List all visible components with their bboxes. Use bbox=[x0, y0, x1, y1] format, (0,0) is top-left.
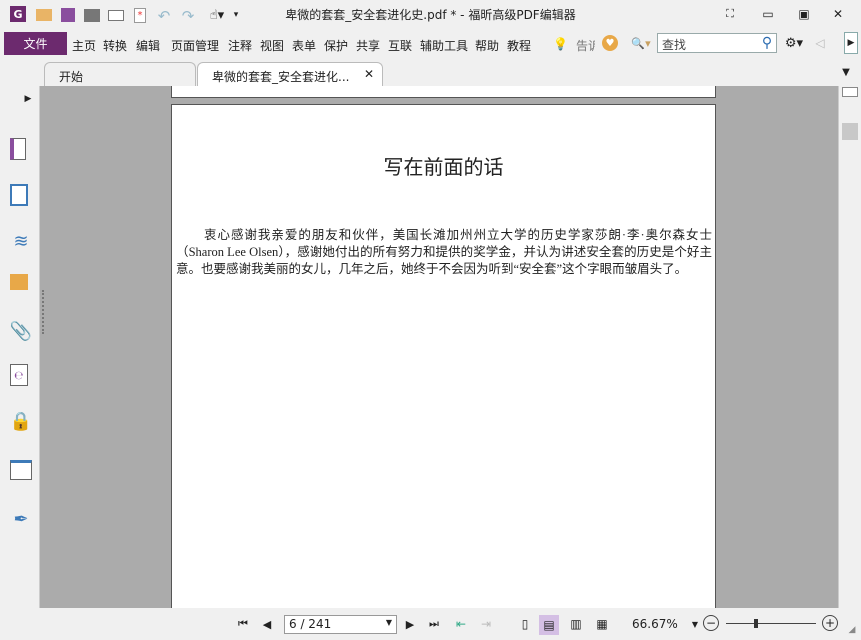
layers-icon[interactable]: ≋ bbox=[10, 230, 32, 252]
zoom-level[interactable]: 66.67% bbox=[632, 617, 678, 631]
page-dropdown-icon[interactable]: ▼ bbox=[386, 618, 392, 627]
menu-view[interactable]: 视图 bbox=[260, 37, 284, 54]
previous-view-icon[interactable]: ⇤ bbox=[452, 615, 470, 633]
menu-help[interactable]: 帮助 bbox=[475, 37, 499, 54]
menu-form[interactable]: 表单 bbox=[292, 37, 316, 54]
previous-page-icon[interactable]: ◀ bbox=[260, 616, 274, 632]
zoom-in-icon[interactable]: + bbox=[822, 615, 838, 631]
page-number-input[interactable]: 6 / 241 ▼ bbox=[284, 615, 397, 634]
close-tab-icon[interactable]: ✕ bbox=[364, 67, 374, 81]
file-menu-button[interactable]: 文件 bbox=[4, 32, 67, 55]
form-fields-icon[interactable] bbox=[10, 460, 32, 480]
tab-label: 开始 bbox=[59, 70, 84, 84]
zoom-out-icon[interactable]: − bbox=[703, 615, 719, 631]
menu-protect[interactable]: 保护 bbox=[324, 37, 348, 54]
status-bar: ⏮ ◀ ▶ ⏭ ⇤ ⇥ ▯ ▤ ▥ ▦ ▼ − + ◢ bbox=[0, 608, 861, 640]
single-page-view-icon[interactable]: ▯ bbox=[516, 615, 534, 633]
continuous-page-view-icon[interactable]: ▤ bbox=[539, 615, 559, 635]
attachments-icon[interactable]: 📎 bbox=[10, 320, 32, 342]
pages-thumbnail-icon[interactable] bbox=[10, 184, 28, 206]
settings-gear-icon[interactable]: ⚙▾ bbox=[781, 34, 807, 52]
tab-document[interactable]: 卑微的套套_安全套进化... ✕ bbox=[197, 62, 383, 86]
facing-page-view-icon[interactable]: ▥ bbox=[566, 615, 586, 633]
vertical-scrollbar[interactable] bbox=[838, 86, 861, 608]
menu-comment[interactable]: 注释 bbox=[228, 37, 252, 54]
comments-icon[interactable] bbox=[10, 274, 28, 290]
certify-pen-icon[interactable]: ✒ bbox=[10, 508, 32, 530]
next-page-icon[interactable]: ▶ bbox=[403, 616, 417, 632]
signatures-icon[interactable]: ℮ bbox=[10, 364, 28, 386]
previous-page bbox=[171, 86, 716, 98]
menu-connect[interactable]: 互联 bbox=[388, 37, 412, 54]
next-view-icon[interactable]: ⇥ bbox=[477, 615, 495, 633]
menu-page-management[interactable]: 页面管理 bbox=[171, 37, 219, 54]
expand-panel-icon[interactable]: ▶ bbox=[22, 92, 34, 106]
zoom-slider-thumb[interactable] bbox=[754, 619, 758, 628]
menu-edit[interactable]: 编辑 bbox=[136, 37, 160, 54]
tab-label: 卑微的套套_安全套进化... bbox=[212, 70, 350, 84]
scroll-left-icon[interactable]: ◁ bbox=[814, 34, 826, 52]
lightbulb-icon: 💡 bbox=[553, 37, 568, 51]
search-icon[interactable]: ⚲ bbox=[758, 34, 776, 52]
zoom-dropdown-icon[interactable]: ▼ bbox=[690, 616, 700, 632]
continuous-facing-view-icon[interactable]: ▦ bbox=[592, 615, 612, 633]
maximize-button[interactable]: ▣ bbox=[792, 6, 816, 22]
scroll-thumb[interactable] bbox=[842, 123, 858, 140]
bookmarks-icon[interactable] bbox=[10, 138, 26, 160]
page-paragraph: 衷心感谢我亲爱的朋友和伙伴，美国长滩加州州立大学的历史学家莎朗·李·奥尔森女士（… bbox=[176, 228, 712, 276]
pdf-page: 写在前面的话 衷心感谢我亲爱的朋友和伙伴，美国长滩加州州立大学的历史学家莎朗·李… bbox=[171, 104, 716, 608]
fullscreen-icon[interactable]: ⛶ bbox=[722, 6, 738, 22]
menu-tutorial[interactable]: 教程 bbox=[507, 37, 531, 54]
menu-share[interactable]: 共享 bbox=[356, 37, 380, 54]
first-page-icon[interactable]: ⏮ bbox=[236, 616, 250, 632]
navigation-sidebar: ▶ ≋ 📎 ℮ 🔒 ✒ bbox=[0, 86, 40, 608]
sidebar-resize-handle[interactable] bbox=[42, 290, 45, 334]
heart-icon[interactable]: ♥ bbox=[602, 35, 618, 51]
tab-list-dropdown-icon[interactable]: ▼ bbox=[838, 64, 854, 80]
last-page-icon[interactable]: ⏭ bbox=[427, 616, 441, 632]
scroll-right-button[interactable]: ▶ bbox=[844, 32, 858, 54]
menu-accessibility[interactable]: 辅助工具 bbox=[420, 37, 468, 54]
folder-search-icon[interactable]: 🔍▾ bbox=[627, 35, 655, 51]
resize-grip-icon[interactable]: ◢ bbox=[846, 624, 858, 636]
close-button[interactable]: ✕ bbox=[826, 6, 850, 22]
menu-convert[interactable]: 转换 bbox=[103, 37, 127, 54]
page-number-value: 6 / 241 bbox=[289, 617, 332, 631]
menu-home[interactable]: 主页 bbox=[72, 37, 96, 54]
tab-start[interactable]: 开始 bbox=[44, 62, 196, 86]
minimize-button[interactable]: ▭ bbox=[756, 6, 780, 22]
security-lock-icon[interactable]: 🔒 bbox=[10, 410, 32, 432]
tell-me-label[interactable]: 告诉 bbox=[576, 37, 595, 54]
zoom-slider[interactable] bbox=[726, 619, 816, 628]
page-heading: 写在前面的话 bbox=[383, 155, 504, 179]
scroll-up-button[interactable] bbox=[842, 87, 858, 97]
